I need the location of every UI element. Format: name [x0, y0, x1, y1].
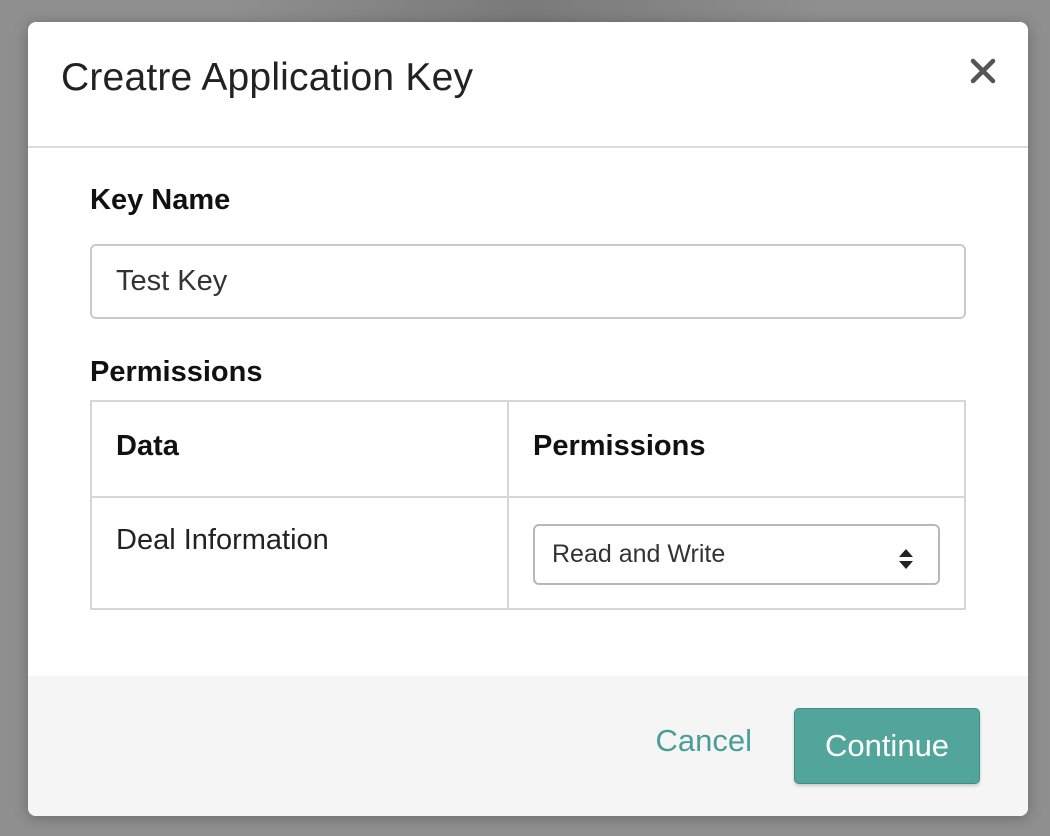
data-cell: Deal Information: [90, 496, 509, 610]
select-arrows-icon: [898, 545, 914, 578]
continue-button[interactable]: Continue: [794, 708, 980, 784]
column-header-permissions: Permissions: [507, 400, 966, 498]
column-header-data: Data: [90, 400, 509, 498]
dialog-header: Creatre Application Key: [28, 22, 1028, 148]
dialog-footer: Cancel Continue: [28, 676, 1028, 816]
key-name-input[interactable]: [90, 244, 966, 319]
cancel-button[interactable]: Cancel: [656, 723, 753, 759]
permissions-table: Data Permissions Deal Information Read a…: [90, 400, 966, 610]
table-row: Deal Information Read and Write: [90, 496, 966, 610]
close-button[interactable]: [968, 56, 998, 86]
close-icon: [970, 58, 996, 84]
permission-cell: Read and Write: [507, 496, 966, 610]
permission-select-value: Read and Write: [552, 540, 726, 568]
permission-select[interactable]: Read and Write: [533, 524, 940, 585]
permissions-label: Permissions: [90, 356, 263, 388]
table-header-row: Data Permissions: [90, 400, 966, 498]
dialog-title: Creatre Application Key: [61, 56, 474, 99]
create-key-dialog: Creatre Application Key Key Name Permiss…: [28, 22, 1028, 816]
key-name-label: Key Name: [90, 184, 231, 216]
